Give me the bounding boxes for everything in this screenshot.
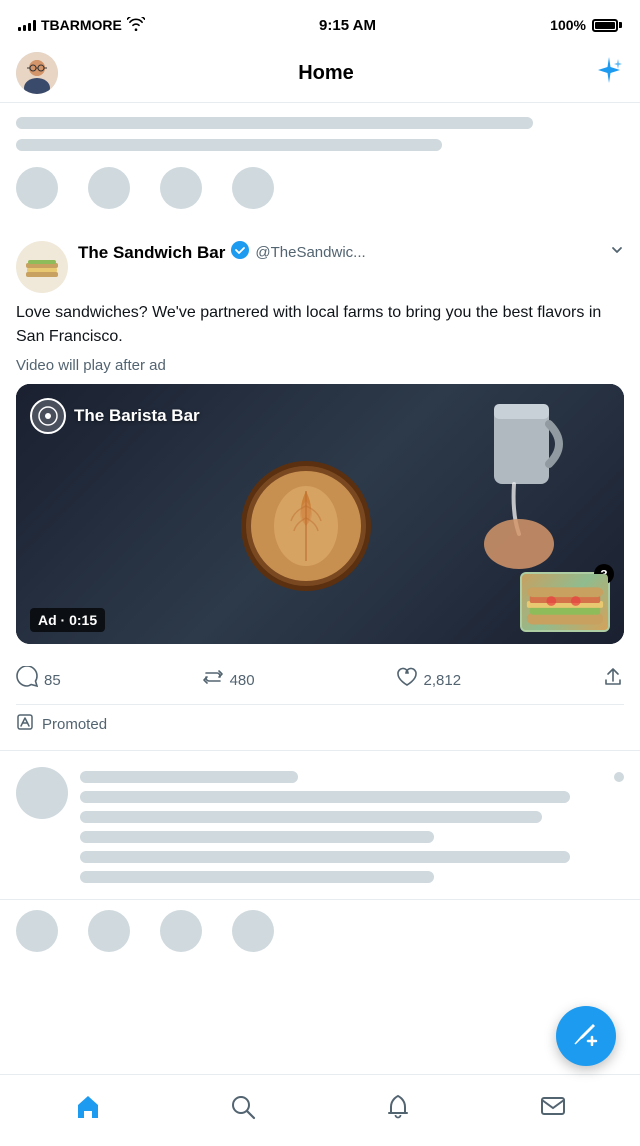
compose-fab-icon [573,1020,599,1053]
skeleton-circles-bottom [0,900,640,962]
tweet-meta: The Sandwich Bar @TheSandwic... [78,241,624,264]
skeleton-tweet-avatar [16,767,68,819]
verified-badge-icon [231,241,249,264]
carrier-name: TBARMORE [41,17,122,33]
video-bottom-bar: Ad · 0:15 3 [30,572,610,632]
share-icon [602,666,624,694]
reply-count: 85 [44,672,61,689]
skeleton-tweet-content [80,767,624,883]
skeleton-body-5 [80,871,434,883]
tweet-caret-icon[interactable] [610,243,624,262]
tweet-name-row: The Sandwich Bar @TheSandwic... [78,241,624,264]
skeleton-body-2 [80,811,542,823]
retweet-action[interactable]: 480 [202,666,255,694]
skeleton-bottom-circle-1 [16,910,58,952]
skeleton-tweet [0,751,640,900]
tweet-handle: @TheSandwic... [255,244,365,261]
skeleton-circle-2 [88,167,130,209]
skeleton-bottom-circle-3 [160,910,202,952]
tweet-body-text: Love sandwiches? We've partnered with lo… [16,301,624,349]
tweet-account-name[interactable]: The Sandwich Bar [78,243,225,263]
video-thumbnail-container[interactable]: 3 [520,572,610,632]
promoted-row: Promoted [16,704,624,750]
user-avatar[interactable] [16,52,58,94]
status-right: 100% [550,17,622,33]
nav-item-messages[interactable] [523,1086,583,1136]
hand-pouring [464,394,564,574]
skeleton-bottom-circle-2 [88,910,130,952]
skeleton-line-1 [16,117,533,129]
tweet-action-bar: 85 480 2,812 [16,656,624,704]
sparkle-icon[interactable] [594,55,624,92]
tweet-card: The Sandwich Bar @TheSandwic... Love san… [0,227,640,751]
promoted-icon [16,713,34,736]
video-thumbnail [520,572,610,632]
status-time: 9:15 AM [319,17,376,34]
signal-strength [18,19,36,31]
skeleton-circle-3 [160,167,202,209]
video-ad-label: Ad · 0:15 [30,608,105,632]
home-icon [74,1093,102,1128]
skeleton-circle-1 [16,167,58,209]
skeleton-bottom-circle-4 [232,910,274,952]
nav-item-search[interactable] [213,1086,273,1136]
page-title: Home [298,62,354,85]
battery-icon [592,19,622,32]
skeleton-body-1 [80,791,570,803]
skeleton-body-3 [80,831,434,843]
skeleton-line-2 [16,139,442,151]
sandwich-thumbnail-art [522,574,608,630]
search-icon [229,1093,257,1128]
tweet-video-notice: Video will play after ad [16,357,624,374]
skeleton-name-line [80,771,298,783]
video-player[interactable]: The Barista Bar Ad · 0:15 3 [16,384,624,644]
reply-icon [16,666,38,694]
skeleton-body-4 [80,851,570,863]
skeleton-circles-top [16,161,624,219]
retweet-count: 480 [230,672,255,689]
wifi-icon [127,17,145,34]
nav-header: Home [0,44,640,103]
share-action[interactable] [602,666,624,694]
skeleton-top [0,103,640,227]
like-action[interactable]: 2,812 [396,666,462,694]
video-logo: The Barista Bar [30,398,200,434]
reply-action[interactable]: 85 [16,666,61,694]
like-count: 2,812 [424,672,462,689]
battery-percent: 100% [550,17,586,33]
like-icon [396,666,418,694]
messages-icon [539,1093,567,1128]
skeleton-dot [614,772,624,782]
notifications-icon [384,1093,412,1128]
nav-item-home[interactable] [58,1086,118,1136]
bottom-nav [0,1074,640,1146]
video-logo-circle [30,398,66,434]
status-bar: TBARMORE 9:15 AM 100% [0,0,640,44]
skeleton-circle-4 [232,167,274,209]
status-left: TBARMORE [18,17,145,34]
nav-item-notifications[interactable] [368,1086,428,1136]
tweet-header: The Sandwich Bar @TheSandwic... [16,241,624,293]
video-channel-name: The Barista Bar [74,406,200,426]
retweet-icon [202,666,224,694]
promoted-label: Promoted [42,716,107,733]
tweet-account-avatar[interactable] [16,241,68,293]
compose-fab[interactable] [556,1006,616,1066]
